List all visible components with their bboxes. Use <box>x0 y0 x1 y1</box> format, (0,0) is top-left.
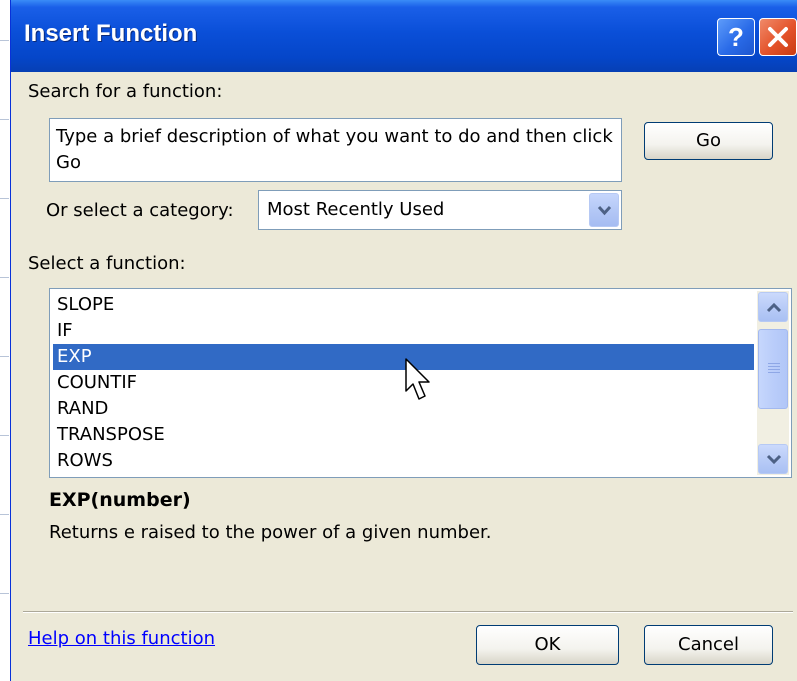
search-label: Search for a function: <box>28 81 223 102</box>
scrollbar-thumb[interactable] <box>758 329 788 409</box>
dialog-title: Insert Function <box>24 20 198 47</box>
insert-function-dialog: Insert Function ? Search for a function:… <box>10 0 797 681</box>
function-signature: EXP(number) <box>49 489 191 511</box>
category-label: Or select a category: <box>46 200 234 221</box>
function-list-label: Select a function: <box>28 253 186 274</box>
title-bar[interactable]: Insert Function ? <box>11 0 797 72</box>
help-icon[interactable]: ? <box>717 18 755 56</box>
help-on-function-link[interactable]: Help on this function <box>28 628 215 649</box>
scroll-up-icon[interactable] <box>758 292 788 322</box>
list-item-slope[interactable]: SLOPE <box>53 292 754 318</box>
function-description: Returns e raised to the power of a given… <box>49 522 492 543</box>
cancel-button[interactable]: Cancel <box>644 625 773 665</box>
close-icon[interactable] <box>759 18 797 56</box>
list-item-transpose[interactable]: TRANSPOSE <box>53 422 754 448</box>
background-sheet-edge <box>0 0 10 681</box>
chevron-down-icon[interactable] <box>589 193 619 227</box>
list-item-rows[interactable]: ROWS <box>53 448 754 474</box>
mouse-cursor-icon <box>404 357 434 409</box>
search-input[interactable]: Type a brief description of what you wan… <box>49 118 622 182</box>
scroll-down-icon[interactable] <box>758 444 788 474</box>
category-selected-value: Most Recently Used <box>267 199 445 220</box>
vertical-scrollbar[interactable] <box>757 291 789 475</box>
ok-button[interactable]: OK <box>476 625 619 665</box>
footer-divider <box>23 611 793 613</box>
go-button[interactable]: Go <box>644 122 773 160</box>
category-select[interactable]: Most Recently Used <box>258 190 622 230</box>
list-item-if[interactable]: IF <box>53 318 754 344</box>
